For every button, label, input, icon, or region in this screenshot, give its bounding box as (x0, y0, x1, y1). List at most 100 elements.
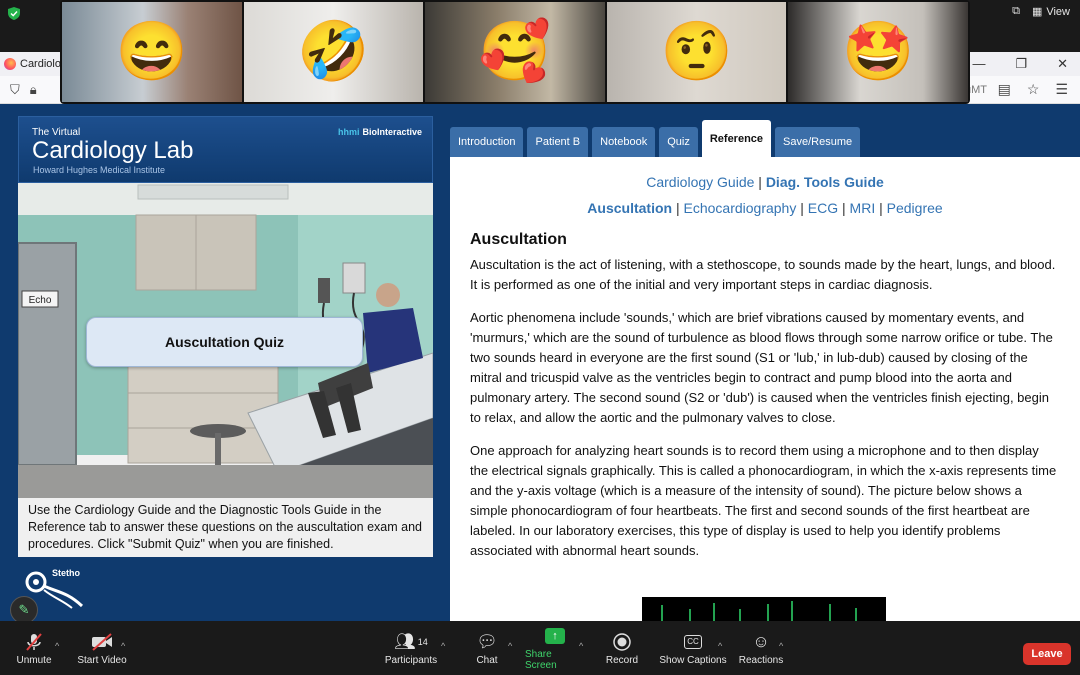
separator: | (758, 174, 762, 190)
tab-introduction[interactable]: Introduction (450, 127, 524, 157)
captions-icon: CC (684, 631, 702, 653)
grid-icon: ▦ (1031, 6, 1043, 18)
participant-tile[interactable]: 😄 (62, 2, 242, 102)
participants-label: Participants (384, 654, 438, 666)
lab-org: Howard Hughes Medical Institute (33, 165, 166, 175)
chat-label: Chat (476, 654, 498, 666)
hhmi-logo-text: hhmi (337, 127, 360, 137)
reference-content: Cardiology Guide | Diag. Tools Guide Aus… (450, 157, 1080, 621)
reactions-button[interactable]: ☺︎ Reactions (738, 621, 784, 675)
lab-panel: The Virtual Cardiology Lab Howard Hughes… (18, 116, 433, 557)
participants-icon-wrap: 👥︎ 14 (394, 631, 428, 653)
unmute-button[interactable]: Unmute (14, 621, 54, 675)
immersive-view-icon[interactable]: ⧉ (1012, 5, 1020, 18)
exam-room-illustration: Echo Auscultation Quiz (18, 183, 433, 498)
quiz-instructions: Use the Cardiology Guide and the Diagnos… (18, 498, 433, 557)
record-icon (613, 631, 631, 653)
close-icon[interactable]: ✕ (1057, 56, 1068, 72)
chat-icon: 💬︎ (476, 631, 498, 651)
participant-tile[interactable]: 🥰 (425, 2, 605, 102)
zoom-top-right: ⧉ ▦ View (1012, 5, 1070, 18)
web-page: The Virtual Cardiology Lab Howard Hughes… (0, 104, 1080, 624)
restore-icon[interactable]: ❐ (1015, 56, 1027, 72)
tab-save-resume[interactable]: Save/Resume (775, 127, 861, 157)
video-strip: 😄 🤣 🥰 🤨 🤩 (60, 0, 970, 104)
start-video-label: Start Video (77, 654, 127, 666)
reader-view-icon[interactable]: ▤ (998, 81, 1011, 98)
diag-tools-guide-link[interactable]: Diag. Tools Guide (766, 174, 884, 190)
share-caret-icon[interactable]: ^ (579, 641, 583, 651)
minimize-icon[interactable]: — (972, 56, 985, 72)
nav-left: ⛉ 🔒︎ (10, 82, 37, 98)
leave-button[interactable]: Leave (1023, 643, 1071, 665)
bookmark-star-icon[interactable]: ☆ (1027, 81, 1040, 98)
window-controls: — ❐ ✕ (972, 56, 1068, 72)
chat-caret-icon[interactable]: ^ (508, 641, 512, 651)
reactions-caret-icon[interactable]: ^ (779, 641, 783, 651)
unmute-label: Unmute (16, 654, 52, 666)
participant-emoji: 🤣 (297, 19, 370, 84)
video-options-caret-icon[interactable]: ^ (121, 641, 125, 651)
show-captions-button[interactable]: CC Show Captions (659, 621, 727, 675)
participant-tile[interactable]: 🤩 (788, 2, 968, 102)
separator: | (879, 200, 883, 216)
echo-sign-text: Echo (29, 295, 52, 306)
separator: | (800, 200, 804, 216)
mic-muted-icon (24, 631, 44, 653)
show-captions-label: Show Captions (659, 654, 727, 666)
annotate-pencil-button[interactable]: ✎ (10, 596, 38, 624)
pencil-icon: ✎ (18, 602, 30, 617)
paragraph: Auscultation is the act of listening, wi… (470, 257, 1056, 292)
captions-caret-icon[interactable]: ^ (718, 641, 722, 651)
tab-reference[interactable]: Reference (701, 120, 772, 157)
separator: | (675, 200, 680, 216)
view-button[interactable]: ▦ View (1031, 5, 1070, 19)
paragraph: One approach for analyzing heart sounds … (470, 443, 1057, 558)
subnav-pedigree-link[interactable]: Pedigree (887, 200, 943, 216)
menu-icon[interactable]: ☰ (1055, 81, 1068, 98)
cardiology-guide-link[interactable]: Cardiology Guide (646, 174, 754, 190)
separator: | (842, 200, 846, 216)
participants-button[interactable]: 👥︎ 14 Participants (384, 621, 438, 675)
security-shield-icon[interactable] (8, 7, 20, 20)
firefox-icon (4, 58, 16, 70)
tracking-shield-icon[interactable]: ⛉ (10, 82, 20, 98)
subnav-mri-link[interactable]: MRI (850, 200, 876, 216)
screen: ⧉ ▦ View Cardiolog — ❐ ✕ ⛉ 🔒︎ uMT ▤ ☆ ☰ (0, 0, 1080, 675)
tab-patient-b[interactable]: Patient B (527, 127, 589, 157)
subnav-ecg-link[interactable]: ECG (808, 200, 838, 216)
video-off-icon (91, 631, 113, 653)
participants-caret-icon[interactable]: ^ (441, 641, 445, 651)
auscultation-quiz-button[interactable]: Auscultation Quiz (86, 317, 363, 367)
share-screen-button[interactable]: ↑ Share Screen (525, 621, 585, 675)
reactions-icon: ☺︎ (752, 631, 770, 651)
lab-header: The Virtual Cardiology Lab Howard Hughes… (18, 116, 433, 183)
zoom-toolbar: Unmute ^ Start Video ^ 👥︎ 14 Participant… (0, 621, 1080, 675)
participant-tile[interactable]: 🤨 (606, 2, 787, 102)
tab-notebook[interactable]: Notebook (592, 127, 656, 157)
lock-icon[interactable]: 🔒︎ (30, 82, 37, 98)
lab-title: Cardiology Lab (32, 137, 194, 164)
participant-tile[interactable]: 🤣 (243, 2, 424, 102)
chat-button[interactable]: 💬︎ Chat (470, 621, 504, 675)
subnav-auscultation-link[interactable]: Auscultation (587, 200, 672, 216)
participants-count: 14 (417, 636, 428, 647)
reactions-label: Reactions (738, 654, 784, 666)
view-label: View (1046, 5, 1070, 18)
participant-emoji: 🤩 (842, 19, 915, 84)
record-button[interactable]: Record (602, 621, 642, 675)
share-screen-label: Share Screen (525, 649, 557, 671)
audio-options-caret-icon[interactable]: ^ (55, 641, 59, 651)
nav-right: ▤ ☆ ☰ (998, 81, 1068, 98)
guide-links: Cardiology Guide | Diag. Tools Guide (470, 174, 1060, 190)
subnav-echocardiography-link[interactable]: Echocardiography (684, 200, 797, 216)
share-screen-icon: ↑ (545, 625, 565, 647)
lab-tabs: Introduction Patient B Notebook Quiz Ref… (450, 120, 861, 157)
participant-emoji: 😄 (115, 19, 188, 84)
reference-subnav: Auscultation | Echocardiography | ECG | … (470, 200, 1060, 216)
stetho-label: Stetho (52, 568, 80, 578)
participants-icon: 👥︎ (394, 631, 416, 651)
biointeractive-logo: hhmi BioInteractive (338, 127, 422, 137)
paragraph: Aortic phenomena include 'sounds,' which… (470, 310, 1053, 425)
tab-quiz[interactable]: Quiz (659, 127, 698, 157)
